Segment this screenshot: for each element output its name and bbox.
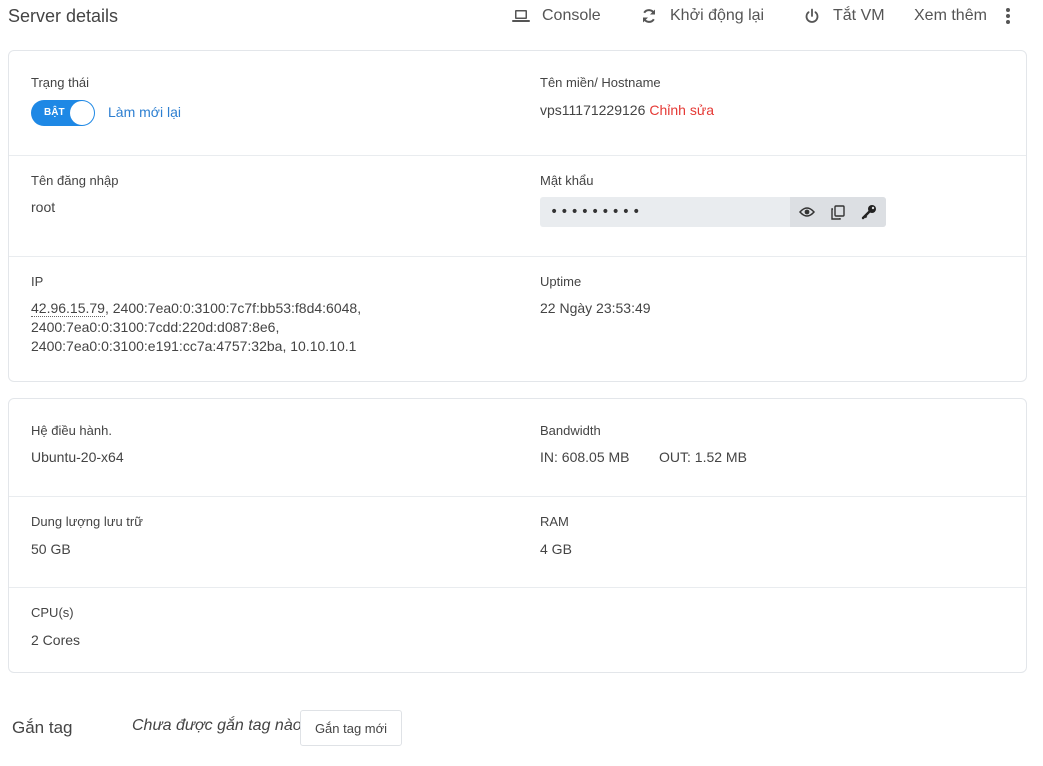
storage-value: 50 GB [31, 541, 71, 557]
ip-list: 42.96.15.79, 2400:7ea0:0:3100:7c7f:bb53:… [31, 299, 361, 356]
restart-button[interactable]: Khởi động lại [640, 7, 764, 25]
server-specs-card: Hệ điều hành. Ubuntu-20-x64 Bandwidth IN… [8, 398, 1027, 673]
bandwidth-in: IN: 608.05 MB [540, 449, 630, 465]
copy-icon[interactable] [829, 203, 847, 221]
bandwidth-label: Bandwidth [540, 423, 601, 438]
console-button[interactable]: Console [512, 7, 601, 25]
os-value: Ubuntu-20-x64 [31, 449, 124, 465]
shutdown-vm-button[interactable]: Tắt VM [803, 7, 885, 25]
ip-line-1-rest: , 2400:7ea0:0:3100:7c7f:bb53:f8d4:6048, [104, 300, 362, 316]
more-button[interactable]: Xem thêm [914, 7, 1017, 25]
cpu-label: CPU(s) [31, 605, 74, 620]
password-box [540, 197, 886, 227]
restart-label: Khởi động lại [670, 7, 765, 24]
tag-label: Gắn tag [12, 718, 73, 737]
toggle-knob [70, 101, 94, 125]
status-label: Trạng thái [31, 75, 90, 90]
key-icon[interactable] [860, 203, 878, 221]
shutdown-vm-label: Tắt VM [833, 7, 885, 24]
cpu-value: 2 Cores [31, 632, 81, 648]
page-header: Server details Console Khởi động lại Tắt… [0, 0, 1043, 36]
divider [9, 155, 1026, 156]
password-label: Mật khẩu [540, 173, 594, 188]
uptime-value: 22 Ngày 23:53:49 [540, 300, 651, 316]
more-vertical-icon [999, 7, 1017, 25]
hostname-label: Tên miền/ Hostname [540, 75, 661, 90]
eye-icon[interactable] [798, 203, 816, 221]
ram-value: 4 GB [540, 541, 572, 557]
divider [9, 256, 1026, 257]
edit-hostname-link[interactable]: Chỉnh sửa [649, 102, 714, 118]
status-toggle-text: BẬT [44, 107, 65, 118]
hostname-value: vps11171229126 [540, 102, 646, 118]
laptop-icon [512, 7, 530, 25]
uptime-label: Uptime [540, 274, 582, 289]
storage-label: Dung lượng lưu trữ [31, 514, 143, 529]
console-label: Console [542, 7, 601, 24]
more-label: Xem thêm [914, 7, 987, 24]
password-field[interactable] [540, 197, 790, 227]
divider [9, 587, 1026, 588]
divider [9, 496, 1026, 497]
login-label: Tên đăng nhập [31, 173, 119, 188]
page-title: Server details [8, 6, 119, 26]
bandwidth-out: OUT: 1.52 MB [659, 449, 747, 465]
add-tag-button[interactable]: Gắn tag mới [300, 710, 402, 746]
ip-line-3: 2400:7ea0:0:3100:e191:cc7a:4757:32ba, 10… [31, 338, 357, 354]
status-toggle[interactable]: BẬT [31, 100, 95, 126]
refresh-icon [640, 7, 658, 25]
ip-label: IP [31, 274, 44, 289]
login-value: root [31, 199, 56, 215]
hostname-row: vps11171229126 Chỉnh sửa [540, 102, 714, 118]
ip-line-1: 42.96.15.79, 2400:7ea0:0:3100:7c7f:bb53:… [31, 299, 361, 318]
refresh-status-link[interactable]: Làm mới lại [108, 104, 181, 120]
password-actions [790, 197, 886, 227]
server-info-card: Trạng thái BẬT Làm mới lại Tên miền/ Hos… [8, 50, 1027, 382]
ip-line-2: 2400:7ea0:0:3100:7cdd:220d:d087:8e6, [31, 319, 280, 335]
ram-label: RAM [540, 514, 569, 529]
power-icon [803, 7, 821, 25]
no-tags-text: Chưa được gắn tag nào [132, 717, 302, 734]
os-label: Hệ điều hành. [31, 423, 112, 438]
primary-ip[interactable]: 42.96.15.79 [31, 300, 105, 317]
